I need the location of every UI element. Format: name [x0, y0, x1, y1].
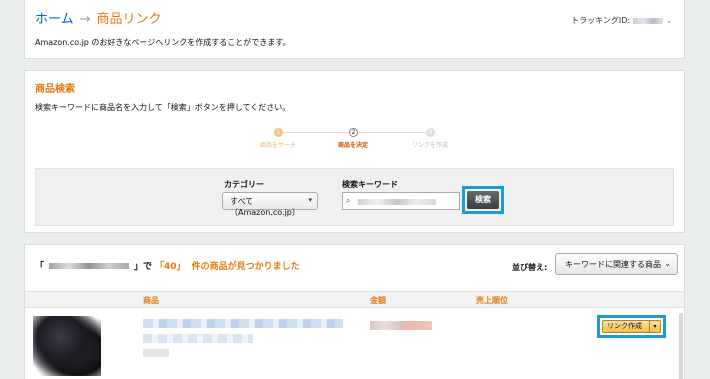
breadcrumb-home-link[interactable]: ホーム [35, 12, 74, 27]
sort-label: 並び替え: [512, 263, 548, 272]
results-query [49, 262, 130, 269]
results-count: 「40」 [155, 262, 186, 272]
results-panel: 「 」で 「40」 件の商品が見つかりました 並び替え: キーワードに関連する商… [24, 244, 685, 379]
keyword-value [358, 199, 436, 205]
category-value: すべて（Amazon.co.jp） [230, 197, 300, 217]
step-connector [282, 132, 349, 133]
step-connector [359, 132, 426, 133]
breadcrumb: ホーム → 商品リンク [35, 8, 162, 27]
link-create-highlight: リンク作成 ▾ [597, 315, 666, 338]
column-product: 商品 [143, 296, 159, 305]
product-name-link[interactable] [143, 319, 343, 328]
breadcrumb-separator: → [79, 12, 91, 27]
search-form: カテゴリー すべて（Amazon.co.jp） ▾ 検索キーワード ⌕ 検索 [35, 168, 674, 226]
product-name-link-line2[interactable] [143, 334, 253, 343]
create-link-label: リンク作成 [607, 322, 642, 330]
search-panel: 商品検索 検索キーワードに商品名を入力して「検索」ボタンを押してください。 1 … [24, 70, 685, 233]
chevron-down-icon: ⌄ [666, 16, 672, 25]
results-quote-open: 「 [35, 262, 45, 272]
search-icon: ⌕ [346, 196, 351, 205]
sort-select[interactable]: キーワードに関連する商品 ⌄ [555, 253, 678, 275]
category-label: カテゴリー [224, 180, 264, 189]
results-quote-close: 」で [134, 262, 153, 272]
step-2-icon: 2 [349, 128, 358, 137]
step-3-icon: 3 [426, 128, 435, 137]
chevron-down-icon: ▾ [308, 196, 312, 204]
step-3-label: リンクを作成 [411, 142, 449, 149]
chevron-down-icon: ⌄ [664, 259, 671, 268]
keyword-label: 検索キーワード [342, 180, 398, 189]
product-meta [143, 349, 169, 357]
results-summary: 「 」で 「40」 件の商品が見つかりました [35, 259, 303, 272]
header-panel: ホーム → 商品リンク Amazon.co.jp のお好きなページへリンクを作成する… [24, 0, 685, 59]
tracking-id-selector[interactable]: トラッキングID: ⌄ [571, 15, 672, 26]
category-select[interactable]: すべて（Amazon.co.jp） ▾ [222, 192, 318, 217]
results-scrollbar[interactable] [679, 313, 683, 379]
tracking-id-value [633, 17, 664, 24]
tracking-id-label: トラッキングID: [571, 16, 631, 25]
step-2-label: 商品を決定 [337, 142, 369, 149]
search-panel-title: 商品検索 [35, 84, 75, 95]
step-1-icon: 1 [274, 128, 283, 137]
search-button[interactable]: 検索 [467, 191, 499, 209]
column-price: 金額 [370, 296, 386, 305]
product-thumbnail[interactable] [33, 316, 101, 376]
results-suffix: 件の商品が見つかりました [191, 262, 300, 272]
product-price [370, 321, 432, 330]
chevron-down-icon[interactable]: ▾ [649, 321, 660, 332]
column-sales-rank: 売上順位 [476, 296, 508, 305]
step-1-label: 商品をサーチ [259, 142, 297, 149]
keyword-input[interactable]: ⌕ [342, 192, 460, 210]
intro-text: Amazon.co.jp のお好きなページへリンクを作成することができます。 [35, 38, 291, 47]
progress-steps: 1 2 3 商品をサーチ 商品を決定 リンクを作成 [255, 128, 455, 152]
page-title: 商品リンク [96, 12, 162, 27]
search-instruction: 検索キーワードに商品名を入力して「検索」ボタンを押してください。 [35, 103, 291, 112]
search-button-highlight: 検索 [462, 186, 504, 214]
sort-value: キーワードに関連する商品 [565, 260, 661, 269]
create-link-button[interactable]: リンク作成 ▾ [602, 320, 661, 333]
table-header: 商品 金額 売上順位 [25, 291, 684, 308]
